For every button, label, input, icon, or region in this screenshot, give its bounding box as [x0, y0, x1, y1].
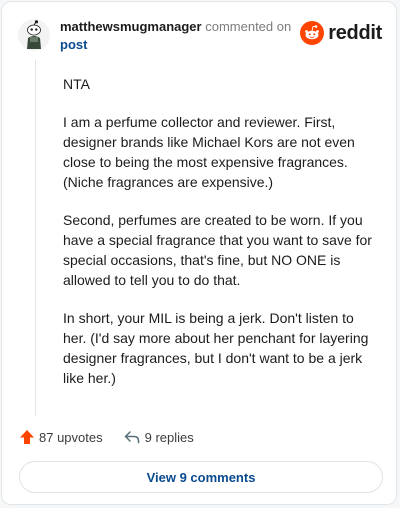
view-comments-button[interactable]: View 9 comments: [19, 461, 383, 493]
comment-paragraph: I am a perfume collector and reviewer. F…: [63, 114, 355, 190]
reply-arrow-icon: [124, 431, 139, 444]
comment-paragraph: NTA: [63, 76, 90, 92]
comment-paragraph: In short, your MIL is being a jerk. Don'…: [63, 310, 369, 386]
reply-count: 9 replies: [144, 429, 194, 445]
avatar[interactable]: [18, 19, 50, 51]
reddit-brand[interactable]: reddit: [300, 21, 382, 45]
thread-line[interactable]: [35, 60, 36, 416]
reddit-logo-icon: [300, 21, 325, 45]
comment-body: NTA I am a perfume collector and reviewe…: [63, 74, 381, 406]
reddit-wordmark: reddit: [328, 21, 382, 44]
action-text: commented on: [205, 19, 292, 34]
comment-paragraph: Second, perfumes are created to be worn.…: [63, 212, 372, 288]
upvote-count: 87 upvotes: [39, 429, 103, 445]
replies-control[interactable]: 9 replies: [123, 428, 194, 446]
comment-card: matthewsmugmanager commented on post red…: [1, 1, 397, 505]
comment-header: matthewsmugmanager commented on post: [60, 18, 300, 54]
comment-footer: 87 upvotes 9 replies: [18, 426, 378, 448]
username-link[interactable]: matthewsmugmanager: [60, 19, 202, 34]
snoo-avatar-icon: [18, 19, 50, 51]
upvote-control[interactable]: 87 upvotes: [18, 428, 103, 446]
post-link[interactable]: post: [60, 36, 300, 54]
upvote-arrow-icon: [20, 430, 34, 444]
